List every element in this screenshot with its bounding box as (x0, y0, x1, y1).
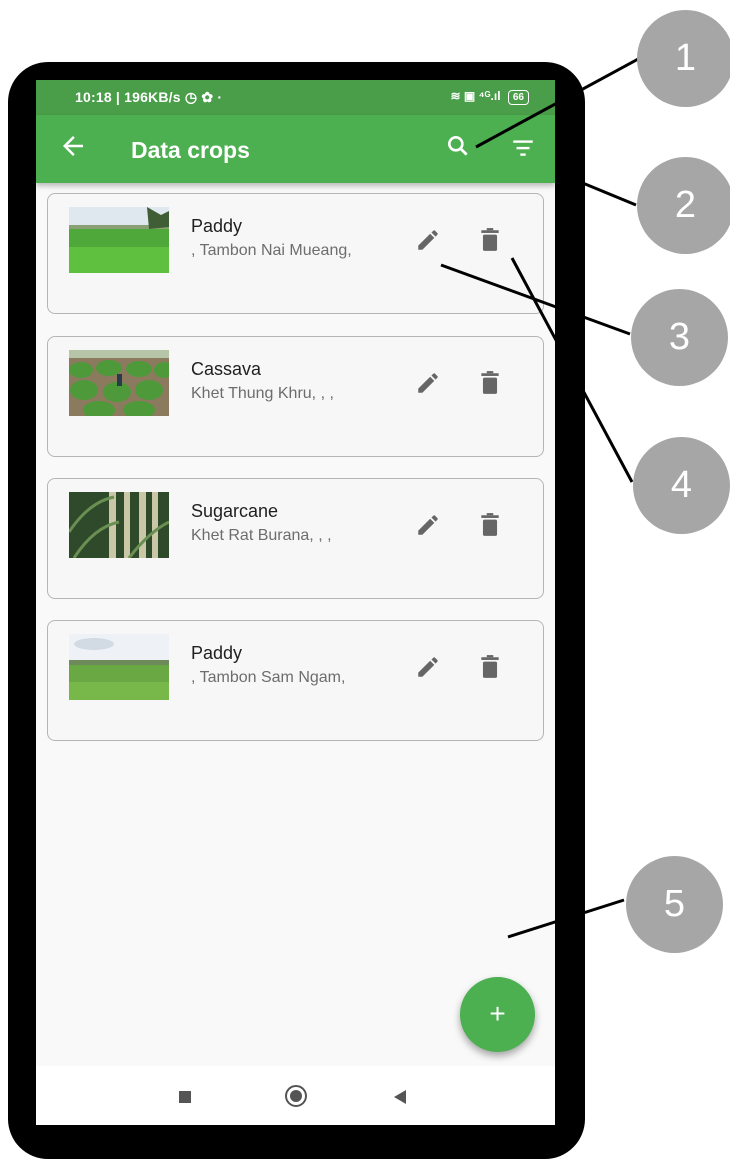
callout-4: 4 (633, 437, 730, 534)
callout-line-2 (555, 170, 637, 207)
callout-line-5 (507, 898, 625, 939)
callout-1: 1 (637, 10, 730, 107)
callout-line-4 (510, 257, 634, 483)
callout-lines (440, 56, 641, 939)
callout-2: 2 (637, 157, 730, 254)
callout-5: 5 (626, 856, 723, 953)
callout-3: 3 (631, 289, 728, 386)
callout-line-1 (475, 56, 641, 149)
